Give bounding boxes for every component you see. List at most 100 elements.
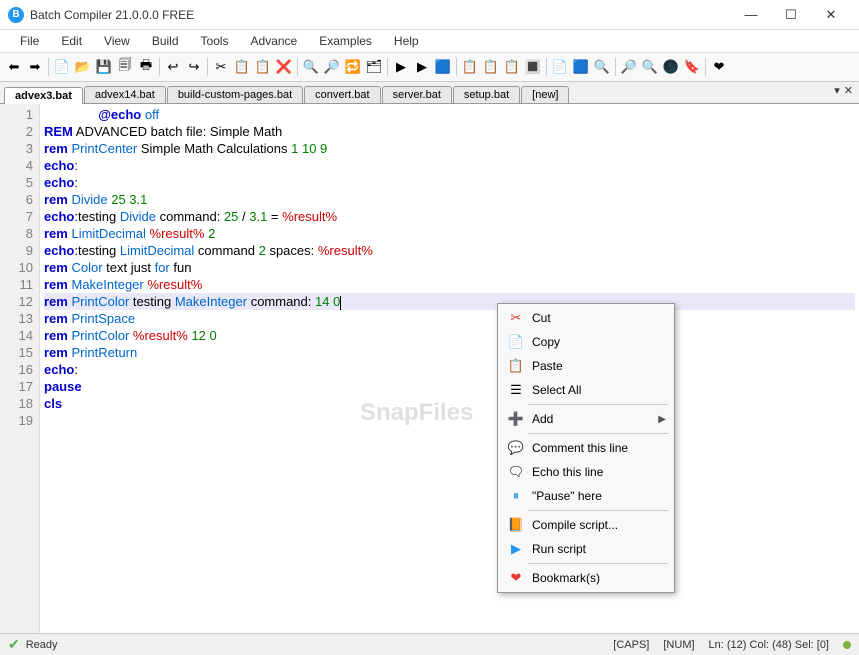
comment-this-line-icon: 💬 <box>506 440 526 456</box>
toolbar-button-5[interactable]: 🗐 <box>115 57 135 77</box>
toolbar-button-17[interactable]: ▶ <box>391 57 411 77</box>
toolbar-button-7[interactable]: ↩ <box>163 57 183 77</box>
menu-help[interactable]: Help <box>384 32 429 50</box>
add-icon: ➕ <box>506 411 526 427</box>
code-line-14[interactable]: rem PrintColor %result% 12 0 <box>44 327 855 344</box>
toolbar-button-10[interactable]: 📋 <box>232 57 252 77</box>
code-line-8[interactable]: rem LimitDecimal %result% 2 <box>44 225 855 242</box>
toolbar-button-0[interactable]: ⬅ <box>4 57 24 77</box>
toolbar-button-23[interactable]: 🔳 <box>523 57 543 77</box>
tab-buildcustompagesbat[interactable]: build-custom-pages.bat <box>167 86 303 103</box>
menu-file[interactable]: File <box>10 32 49 50</box>
status-ready: Ready <box>26 639 58 651</box>
ctx-label: Bookmark(s) <box>526 571 666 585</box>
code-line-1[interactable]: @echo off <box>44 106 855 123</box>
toolbar-button-22[interactable]: 📋 <box>502 57 522 77</box>
ctx-label: Comment this line <box>526 441 666 455</box>
code-line-2[interactable]: REM ADVANCED batch file: Simple Math <box>44 123 855 140</box>
code-line-18[interactable]: cls <box>44 395 855 412</box>
toolbar-button-31[interactable]: ❤ <box>709 57 729 77</box>
ctx-compile-script-[interactable]: 📙Compile script... <box>500 513 672 537</box>
tabbar-close-icon[interactable]: ✕ <box>844 84 853 97</box>
tab-new[interactable]: [new] <box>521 86 569 103</box>
code-line-13[interactable]: rem PrintSpace <box>44 310 855 327</box>
code-line-4[interactable]: echo: <box>44 157 855 174</box>
toolbar-button-3[interactable]: 📂 <box>73 57 93 77</box>
editor[interactable]: 12345678910111213141516171819 SnapFiles … <box>0 104 859 634</box>
toolbar-button-13[interactable]: 🔍 <box>301 57 321 77</box>
tab-serverbat[interactable]: server.bat <box>382 86 452 103</box>
ctx-select-all[interactable]: ☰Select All <box>500 378 672 402</box>
-pause-here-icon: ⏸ <box>506 488 526 504</box>
code-line-5[interactable]: echo: <box>44 174 855 191</box>
toolbar-button-15[interactable]: 🔁 <box>343 57 363 77</box>
toolbar-button-8[interactable]: ↪ <box>184 57 204 77</box>
menu-examples[interactable]: Examples <box>309 32 382 50</box>
toolbar-button-20[interactable]: 📋 <box>460 57 480 77</box>
minimize-button[interactable]: — <box>731 1 771 29</box>
toolbar-button-27[interactable]: 🔎 <box>619 57 639 77</box>
ctx-label: Add <box>526 412 658 426</box>
toolbar-button-19[interactable]: 🟦 <box>433 57 453 77</box>
toolbar-button-30[interactable]: 🔖 <box>682 57 702 77</box>
bookmark-s--icon: ❤ <box>506 570 526 586</box>
ctx-label: Echo this line <box>526 465 666 479</box>
menu-build[interactable]: Build <box>142 32 189 50</box>
toolbar-button-21[interactable]: 📋 <box>481 57 501 77</box>
menu-advance[interactable]: Advance <box>241 32 308 50</box>
toolbar-button-6[interactable]: 🖶 <box>136 57 156 77</box>
ctx-label: Cut <box>526 311 666 325</box>
ctx-cut[interactable]: ✂Cut <box>500 306 672 330</box>
close-button[interactable]: ✕ <box>811 1 851 29</box>
code-line-11[interactable]: rem MakeInteger %result% <box>44 276 855 293</box>
ctx-run-script[interactable]: ▶Run script <box>500 537 672 561</box>
menu-edit[interactable]: Edit <box>51 32 92 50</box>
code-line-6[interactable]: rem Divide 25 3.1 <box>44 191 855 208</box>
ctx-comment-this-line[interactable]: 💬Comment this line <box>500 436 672 460</box>
paste-icon: 📋 <box>506 358 526 374</box>
code-line-3[interactable]: rem PrintCenter Simple Math Calculations… <box>44 140 855 157</box>
toolbar-button-11[interactable]: 📋 <box>253 57 273 77</box>
ctx-bookmark-s-[interactable]: ❤Bookmark(s) <box>500 566 672 590</box>
code-line-15[interactable]: rem PrintReturn <box>44 344 855 361</box>
toolbar-button-14[interactable]: 🔎 <box>322 57 342 77</box>
toolbar-button-2[interactable]: 📄 <box>52 57 72 77</box>
toolbar-button-12[interactable]: ❌ <box>274 57 294 77</box>
ctx-copy[interactable]: 📄Copy <box>500 330 672 354</box>
toolbar-button-26[interactable]: 🔍 <box>592 57 612 77</box>
code-line-12[interactable]: rem PrintColor testing MakeInteger comma… <box>44 293 855 310</box>
ctx-paste[interactable]: 📋Paste <box>500 354 672 378</box>
code-line-16[interactable]: echo: <box>44 361 855 378</box>
toolbar-button-25[interactable]: 🟦 <box>571 57 591 77</box>
menu-tools[interactable]: Tools <box>191 32 239 50</box>
menubar: FileEditViewBuildToolsAdvanceExamplesHel… <box>0 30 859 52</box>
submenu-arrow-icon: ▶ <box>658 414 666 425</box>
ctx-echo-this-line[interactable]: 🗨Echo this line <box>500 460 672 484</box>
toolbar-button-24[interactable]: 📄 <box>550 57 570 77</box>
context-menu: ✂Cut📄Copy📋Paste☰Select All➕Add▶💬Comment … <box>497 303 675 593</box>
status-ready-icon: ✔ <box>8 636 20 653</box>
toolbar-button-18[interactable]: ▶ <box>412 57 432 77</box>
toolbar-button-16[interactable]: 🗂 <box>364 57 384 77</box>
toolbar-button-1[interactable]: ➡ <box>25 57 45 77</box>
code-area[interactable]: SnapFiles @echo offREM ADVANCED batch fi… <box>40 104 859 634</box>
cut-icon: ✂ <box>506 310 526 326</box>
toolbar-button-4[interactable]: 💾 <box>94 57 114 77</box>
code-line-7[interactable]: echo:testing Divide command: 25 / 3.1 = … <box>44 208 855 225</box>
ctx--pause-here[interactable]: ⏸"Pause" here <box>500 484 672 508</box>
code-line-10[interactable]: rem Color text just for fun <box>44 259 855 276</box>
toolbar-button-28[interactable]: 🔍 <box>640 57 660 77</box>
toolbar-button-9[interactable]: ✂ <box>211 57 231 77</box>
tab-convertbat[interactable]: convert.bat <box>304 86 380 103</box>
maximize-button[interactable]: ☐ <box>771 1 811 29</box>
tab-setupbat[interactable]: setup.bat <box>453 86 520 103</box>
tab-advex3bat[interactable]: advex3.bat <box>4 87 83 104</box>
code-line-17[interactable]: pause <box>44 378 855 395</box>
tab-advex14bat[interactable]: advex14.bat <box>84 86 166 103</box>
ctx-add[interactable]: ➕Add▶ <box>500 407 672 431</box>
titlebar: B Batch Compiler 21.0.0.0 FREE — ☐ ✕ <box>0 0 859 30</box>
toolbar-button-29[interactable]: 🌑 <box>661 57 681 77</box>
menu-view[interactable]: View <box>94 32 140 50</box>
tabbar-dropdown-icon[interactable]: ▾ <box>834 84 840 97</box>
code-line-9[interactable]: echo:testing LimitDecimal command 2 spac… <box>44 242 855 259</box>
